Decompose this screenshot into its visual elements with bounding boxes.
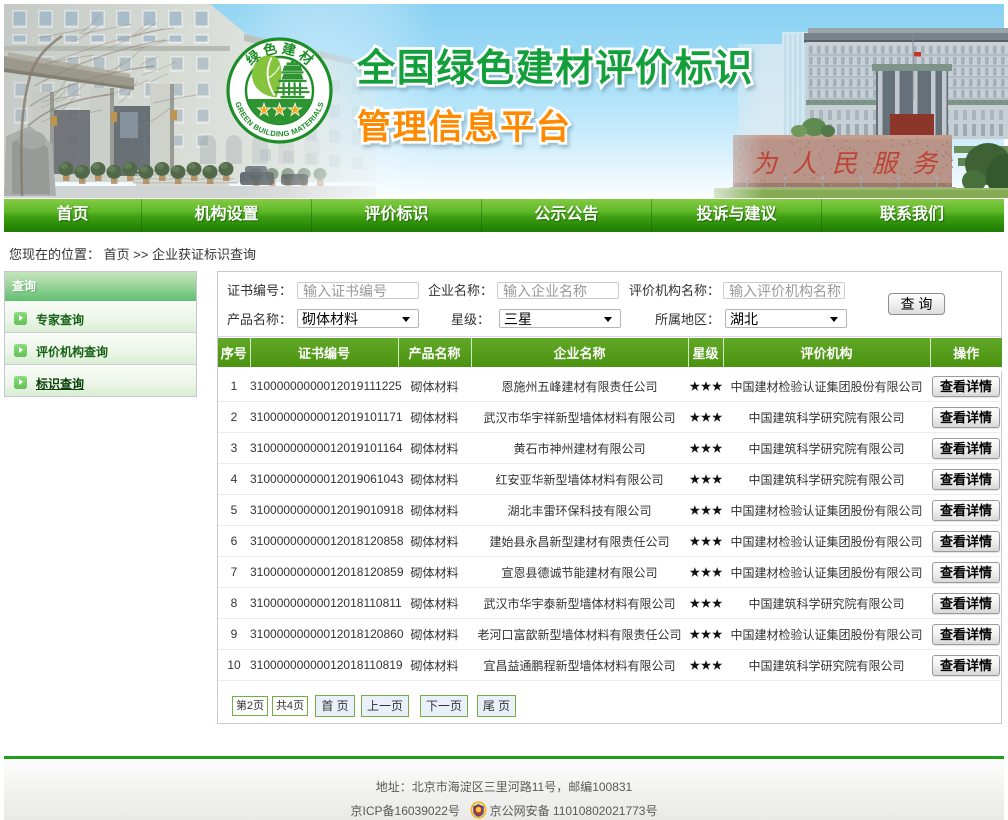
svg-text:管理信息平台: 管理信息平台 (357, 108, 572, 147)
svg-text:全国绿色建材评价标识: 全国绿色建材评价标识 (356, 47, 754, 90)
